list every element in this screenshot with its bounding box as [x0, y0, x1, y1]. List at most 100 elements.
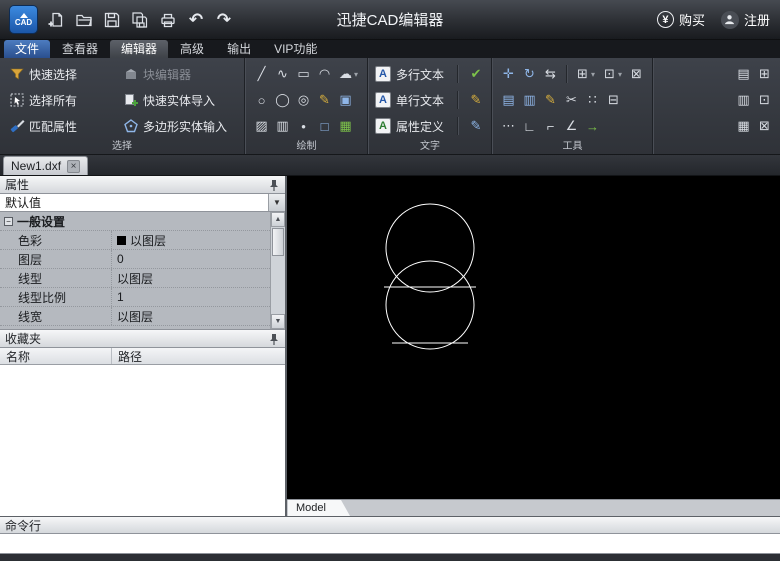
- tab-advanced[interactable]: 高级: [169, 40, 215, 58]
- polygon-entity-input-button[interactable]: 多边形实体输入: [120, 116, 238, 137]
- angle-icon[interactable]: ∠: [562, 116, 581, 136]
- vertical-scrollbar[interactable]: ▲ ▼: [270, 212, 285, 329]
- image-icon[interactable]: ▣: [336, 90, 355, 110]
- cut-icon[interactable]: ✂: [562, 90, 581, 110]
- polygon-entity-input-icon: [123, 118, 139, 134]
- save-button[interactable]: [102, 10, 122, 30]
- array-icon[interactable]: ∷: [583, 90, 602, 110]
- property-rows: − 一般设置 色彩 以图层 图层 0: [0, 212, 270, 329]
- register-button[interactable]: 注册: [721, 10, 770, 29]
- main-area: 属性 默认值 ▼ − 一般设置 色彩: [0, 176, 780, 516]
- erase-icon[interactable]: ⊠: [627, 64, 646, 84]
- scroll-up-icon[interactable]: ▲: [271, 212, 285, 227]
- scrollbar-thumb[interactable]: [272, 228, 284, 256]
- new-document-button[interactable]: [46, 10, 66, 30]
- tab-output[interactable]: 输出: [216, 40, 262, 58]
- spline-icon[interactable]: ✎: [315, 90, 334, 110]
- select-all-button[interactable]: 选择所有: [6, 90, 118, 111]
- table-icon[interactable]: ▦: [336, 116, 355, 136]
- app-logo[interactable]: CAD: [10, 6, 37, 33]
- command-line-input[interactable]: [0, 534, 780, 554]
- quick-entity-import-button[interactable]: 快速实体导入: [120, 90, 238, 111]
- chevron-down-icon[interactable]: ▼: [268, 194, 285, 211]
- property-row-linetype[interactable]: 线型 以图层: [0, 269, 270, 288]
- property-row-layer[interactable]: 图层 0: [0, 250, 270, 269]
- divider: [566, 65, 567, 83]
- tab-viewer[interactable]: 查看器: [51, 40, 109, 58]
- ribbon-overflow-icon[interactable]: ▤: [734, 64, 753, 84]
- preset-dropdown[interactable]: 默认值 ▼: [0, 194, 285, 212]
- ribbon-overflow-icon[interactable]: ▥: [734, 90, 753, 110]
- tab-editor[interactable]: 编辑器: [110, 40, 168, 58]
- hatch-icon[interactable]: ▨: [252, 116, 271, 136]
- tools-icon-grid: ✛ ↻ ⇆ ⊞ ▾ ⊡ ▾ ⊠ ▤ ▥ ✎ ✂ ∷ ⊟: [499, 61, 646, 139]
- multiline-text-button[interactable]: A 多行文本 ✔: [375, 61, 485, 87]
- collapse-icon[interactable]: −: [4, 217, 13, 226]
- favorites-list[interactable]: [0, 365, 285, 516]
- redo-button[interactable]: ↷: [214, 10, 234, 30]
- polyline-icon[interactable]: ∿: [273, 64, 292, 84]
- rectangle-icon[interactable]: ▭: [294, 64, 313, 84]
- column-header-path[interactable]: 路径: [112, 348, 285, 364]
- open-file-button[interactable]: [74, 10, 94, 30]
- edit-attribute-icon[interactable]: ✎: [467, 118, 485, 134]
- match-properties-button[interactable]: 匹配属性: [6, 116, 118, 137]
- quick-select-button[interactable]: 快速选择: [6, 64, 118, 85]
- ribbon-overflow-icon[interactable]: ▦: [734, 116, 753, 136]
- drawing-canvas[interactable]: [287, 176, 780, 499]
- ribbon-overflow-icon[interactable]: ⊞: [755, 64, 774, 84]
- scrollbar-track[interactable]: [271, 257, 285, 314]
- ribbon-overflow-icon[interactable]: ⊠: [755, 116, 774, 136]
- spell-check-icon[interactable]: ✔: [467, 66, 485, 82]
- more-tools-icon[interactable]: ⋯: [499, 116, 518, 136]
- copy-icon[interactable]: ⊡: [600, 64, 619, 84]
- model-tab[interactable]: Model: [288, 500, 350, 516]
- property-row-color[interactable]: 色彩 以图层: [0, 231, 270, 250]
- single-line-text-button[interactable]: A 单行文本 ✎: [375, 87, 485, 113]
- print-button[interactable]: [158, 10, 178, 30]
- tab-file[interactable]: 文件: [4, 40, 50, 58]
- trim-icon[interactable]: ⌐: [541, 116, 560, 136]
- move-icon[interactable]: ✛: [499, 64, 518, 84]
- scale-icon[interactable]: ⊞: [573, 64, 592, 84]
- revision-cloud-icon[interactable]: ☁: [336, 64, 355, 84]
- circle-icon[interactable]: ○: [252, 90, 271, 110]
- document-tab[interactable]: New1.dxf ×: [3, 156, 88, 175]
- join-icon[interactable]: ⊟: [604, 90, 623, 110]
- column-header-name[interactable]: 名称: [0, 348, 112, 364]
- copy-properties-icon[interactable]: ▤: [499, 90, 518, 110]
- dropdown-arrow-icon[interactable]: ▾: [618, 70, 625, 79]
- ribbon-overflow-icon[interactable]: ⊡: [755, 90, 774, 110]
- gradient-icon[interactable]: ▥: [273, 116, 292, 136]
- document-tab-bar: New1.dxf ×: [0, 155, 780, 176]
- paste-icon[interactable]: ▥: [520, 90, 539, 110]
- point-icon[interactable]: •: [294, 116, 313, 136]
- line-icon[interactable]: ╱: [252, 64, 271, 84]
- attribute-definition-button[interactable]: A 属性定义 ✎: [375, 113, 485, 139]
- donut-icon[interactable]: ◎: [294, 90, 313, 110]
- close-tab-icon[interactable]: ×: [67, 160, 80, 173]
- edit-text-icon[interactable]: ✎: [467, 92, 485, 108]
- brush-icon[interactable]: ✎: [541, 90, 560, 110]
- ribbon-group-overflow: ▤ ⊞ ▥ ⊡ ▦ ⊠: [653, 58, 780, 154]
- arc-icon[interactable]: ◠: [315, 64, 334, 84]
- ribbon-group-selection: 快速选择 块编辑器 选择所有: [0, 58, 245, 154]
- buy-button[interactable]: ¥ 购买: [657, 10, 705, 29]
- mirror-icon[interactable]: ⇆: [541, 64, 560, 84]
- property-row-linetype-scale[interactable]: 线型比例 1: [0, 288, 270, 307]
- undo-button[interactable]: ↶: [186, 10, 206, 30]
- scroll-down-icon[interactable]: ▼: [271, 314, 285, 329]
- extend-icon[interactable]: →: [583, 116, 602, 136]
- ellipse-icon[interactable]: ◯: [273, 90, 292, 110]
- rotate-icon[interactable]: ↻: [520, 64, 539, 84]
- fillet-icon[interactable]: ∟: [520, 116, 539, 136]
- dropdown-arrow-icon[interactable]: ▾: [354, 70, 361, 79]
- region-icon[interactable]: □: [315, 116, 334, 136]
- save-as-button[interactable]: [130, 10, 150, 30]
- dropdown-arrow-icon[interactable]: ▾: [591, 70, 598, 79]
- pin-icon[interactable]: [268, 333, 280, 345]
- tab-vip[interactable]: VIP功能: [263, 40, 328, 58]
- property-section-row[interactable]: − 一般设置: [0, 212, 270, 231]
- property-row-lineweight[interactable]: 线宽 以图层: [0, 307, 270, 326]
- pin-icon[interactable]: [268, 179, 280, 191]
